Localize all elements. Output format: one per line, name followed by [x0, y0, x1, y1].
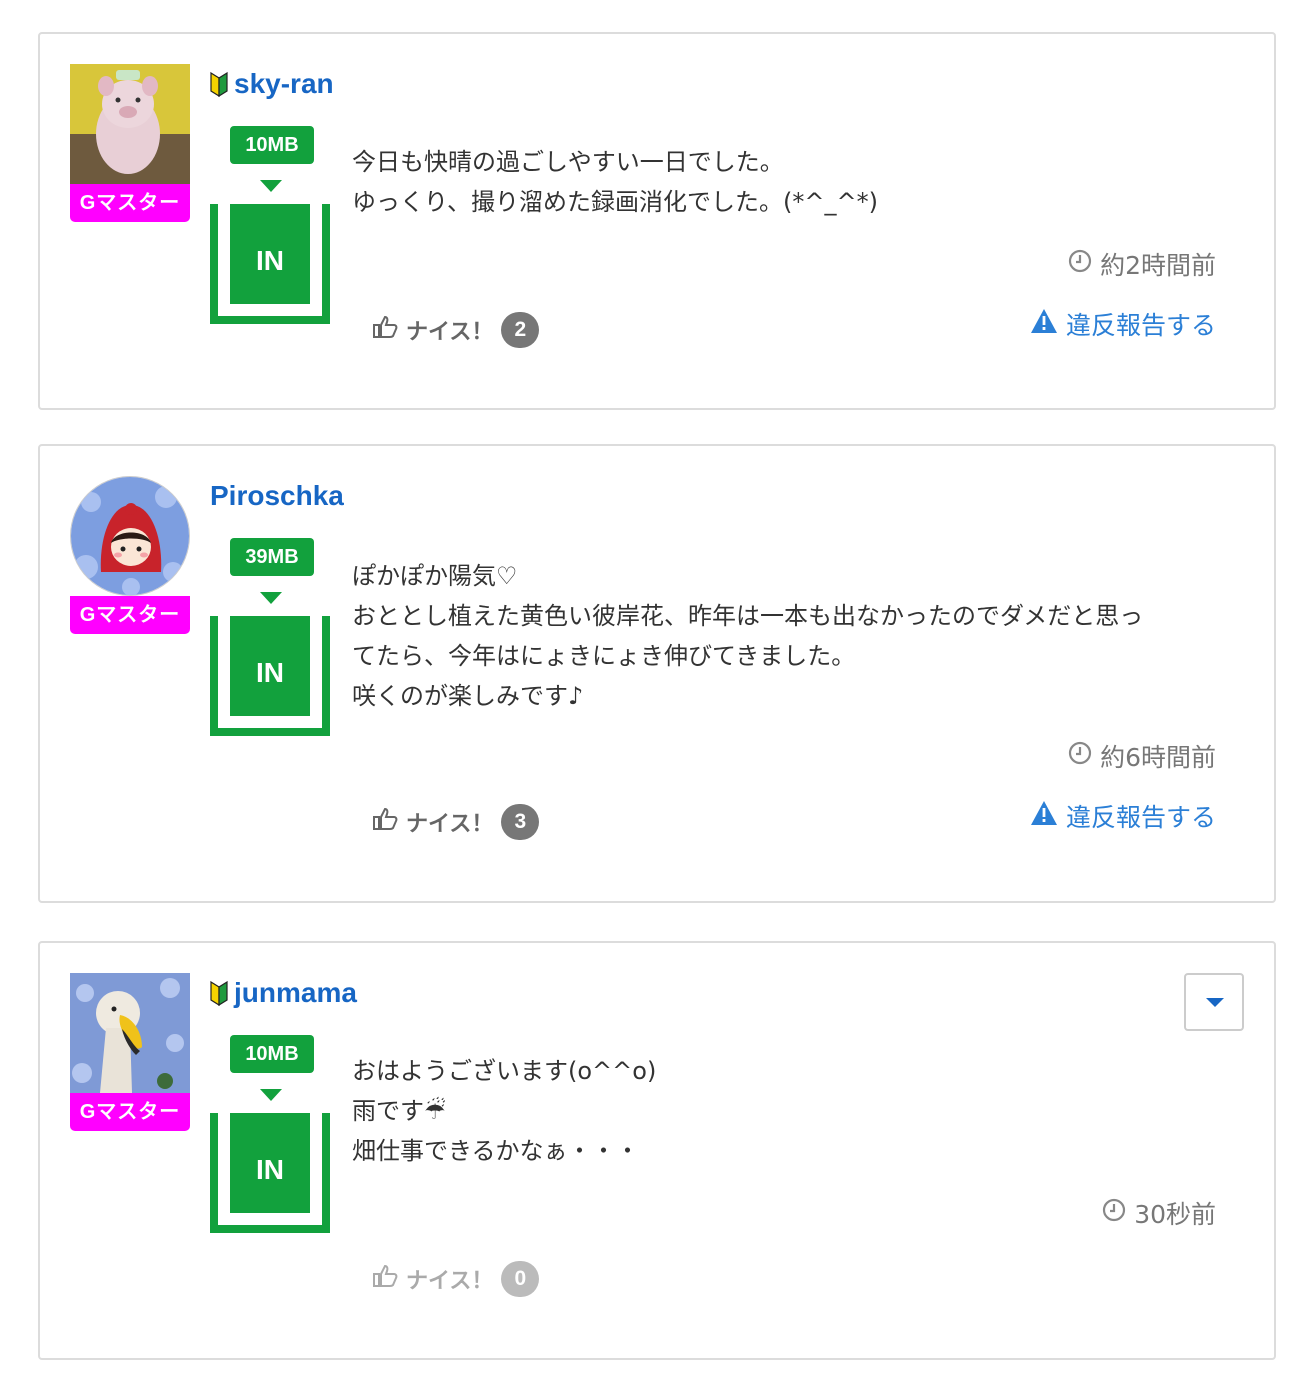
beginner-mark-icon	[210, 71, 228, 97]
username-link[interactable]: junmama	[210, 977, 357, 1009]
post-message: 今日も快晴の過ごしやすい一日でした。 ゆっくり、撮り溜めた録画消化でした。(*^…	[352, 148, 878, 216]
post-time: 30秒前	[1102, 1195, 1216, 1231]
thumbs-up-icon	[372, 1264, 398, 1294]
post-message: おはようございます(o^^o) 雨です☔ 畑仕事できるかなぁ・・・	[352, 1057, 657, 1165]
avatar-pig-image	[70, 64, 190, 184]
avatar-red-hood-image	[71, 477, 189, 595]
nice-label: ナイス！	[406, 1269, 494, 1294]
rank-badge: Gマスター	[70, 596, 190, 634]
status-in-box: IN	[210, 204, 330, 324]
avatar[interactable]	[70, 476, 190, 596]
clock-icon	[1102, 1198, 1126, 1228]
avatar-duck-image	[70, 973, 190, 1093]
rank-badge: Gマスター	[70, 184, 190, 222]
post-card: Gマスター Piroschka 39MB IN ぽかぽか陽気♡ おととし植えた黄…	[38, 444, 1276, 903]
data-amount-badge: 10MB	[230, 126, 314, 164]
time-text: 30秒前	[1134, 1200, 1216, 1229]
nice-button[interactable]: ナイス！ 0	[372, 1261, 540, 1297]
down-arrow-icon	[260, 1089, 282, 1101]
username-link[interactable]: sky-ran	[210, 68, 334, 100]
username-text: Piroschka	[210, 480, 344, 511]
report-link[interactable]: 違反報告する	[1030, 306, 1216, 342]
time-text: 約6時間前	[1100, 743, 1216, 772]
report-link[interactable]: 違反報告する	[1030, 798, 1216, 834]
data-amount-badge: 39MB	[230, 538, 314, 576]
time-text: 約2時間前	[1100, 251, 1216, 280]
down-arrow-icon	[260, 180, 282, 192]
down-arrow-icon	[260, 592, 282, 604]
nice-count: 2	[501, 312, 540, 348]
status-in-box: IN	[210, 1113, 330, 1233]
avatar[interactable]	[70, 64, 190, 184]
nice-count: 0	[501, 1261, 540, 1297]
post-menu-dropdown[interactable]	[1184, 973, 1244, 1031]
data-amount-badge: 10MB	[230, 1035, 314, 1073]
report-label: 違反報告する	[1065, 803, 1216, 832]
username-link[interactable]: Piroschka	[210, 480, 344, 512]
warning-icon	[1030, 308, 1058, 340]
thumbs-up-icon	[372, 315, 398, 345]
nice-button[interactable]: ナイス！ 3	[372, 804, 540, 840]
rank-badge: Gマスター	[70, 1093, 190, 1131]
nice-count: 3	[501, 804, 540, 840]
avatar[interactable]	[70, 973, 190, 1093]
post-card: Gマスター junmama 10MB IN おはようございます(o^^o) 雨で…	[38, 941, 1276, 1360]
beginner-mark-icon	[210, 980, 228, 1006]
clock-icon	[1068, 249, 1092, 279]
post-card: Gマスター sky-ran 10MB IN 今日も快晴の過ごしやすい一日でした。…	[38, 32, 1276, 410]
username-text: sky-ran	[234, 68, 334, 99]
report-label: 違反報告する	[1065, 311, 1216, 340]
post-time: 約6時間前	[1068, 738, 1216, 774]
status-in-box: IN	[210, 616, 330, 736]
post-message: ぽかぽか陽気♡ おととし植えた黄色い彼岸花、昨年は一本も出なかったのでダメだと思…	[352, 562, 1144, 710]
nice-label: ナイス！	[406, 320, 494, 345]
thumbs-up-icon	[372, 807, 398, 837]
post-time: 約2時間前	[1068, 246, 1216, 282]
nice-label: ナイス！	[406, 812, 494, 837]
clock-icon	[1068, 741, 1092, 771]
caret-down-icon	[1206, 998, 1224, 1007]
username-text: junmama	[234, 977, 357, 1008]
warning-icon	[1030, 800, 1058, 832]
nice-button[interactable]: ナイス！ 2	[372, 312, 540, 348]
